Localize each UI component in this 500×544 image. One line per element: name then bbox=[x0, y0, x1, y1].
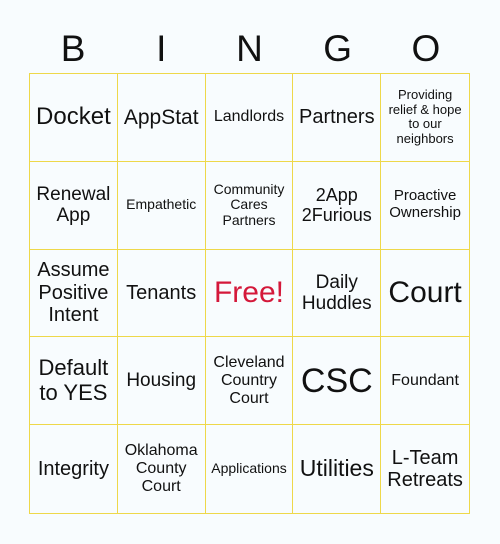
bingo-cell[interactable]: Utilities bbox=[293, 425, 382, 513]
bingo-cell[interactable]: Assume Positive Intent bbox=[30, 249, 118, 338]
bingo-cell[interactable]: 2App 2Furious bbox=[293, 161, 382, 250]
header-letter-b: B bbox=[60, 28, 86, 69]
bingo-cell[interactable]: Renewal App bbox=[30, 161, 118, 250]
bingo-cell[interactable]: Court bbox=[381, 250, 469, 338]
header-letter-n: N bbox=[236, 28, 263, 69]
bingo-cell[interactable]: Partners bbox=[293, 74, 382, 162]
bingo-header: B I N G O bbox=[29, 26, 470, 72]
header-letter-i: I bbox=[156, 28, 167, 69]
bingo-cell[interactable]: Cleveland Country Court bbox=[205, 337, 294, 426]
bingo-cell[interactable]: Landlords bbox=[205, 74, 294, 162]
bingo-cell[interactable]: Foundant bbox=[381, 337, 469, 426]
bingo-cell[interactable]: Integrity bbox=[30, 425, 118, 513]
bingo-cell[interactable]: Empathetic bbox=[117, 161, 206, 250]
header-letter-o: O bbox=[411, 28, 441, 69]
bingo-cell[interactable]: Housing bbox=[117, 337, 206, 426]
bingo-cell[interactable]: L-Team Retreats bbox=[381, 425, 469, 513]
bingo-cell[interactable]: Applications bbox=[206, 425, 294, 513]
bingo-card: Docket AppStat Landlords Partners Providing … bbox=[29, 73, 470, 514]
bingo-cell[interactable]: Default to YES bbox=[30, 337, 118, 426]
bingo-cell[interactable]: CSC bbox=[293, 337, 382, 426]
bingo-cell[interactable]: Community Cares Partners bbox=[205, 161, 294, 250]
bingo-cell[interactable]: Docket bbox=[30, 74, 118, 162]
bingo-cell[interactable]: Tenants bbox=[117, 249, 206, 338]
bingo-cell[interactable]: Providing relief & hope to our neighbors bbox=[381, 74, 469, 162]
bingo-cell[interactable]: AppStat bbox=[117, 74, 206, 162]
bingo-cell[interactable]: Daily Huddles bbox=[293, 249, 382, 338]
bingo-cell[interactable]: Oklahoma County Court bbox=[118, 425, 206, 513]
bingo-cell[interactable]: Proactive Ownership bbox=[381, 162, 469, 250]
free-space-cell[interactable]: Free! bbox=[205, 249, 294, 338]
header-letter-g: G bbox=[323, 28, 353, 69]
